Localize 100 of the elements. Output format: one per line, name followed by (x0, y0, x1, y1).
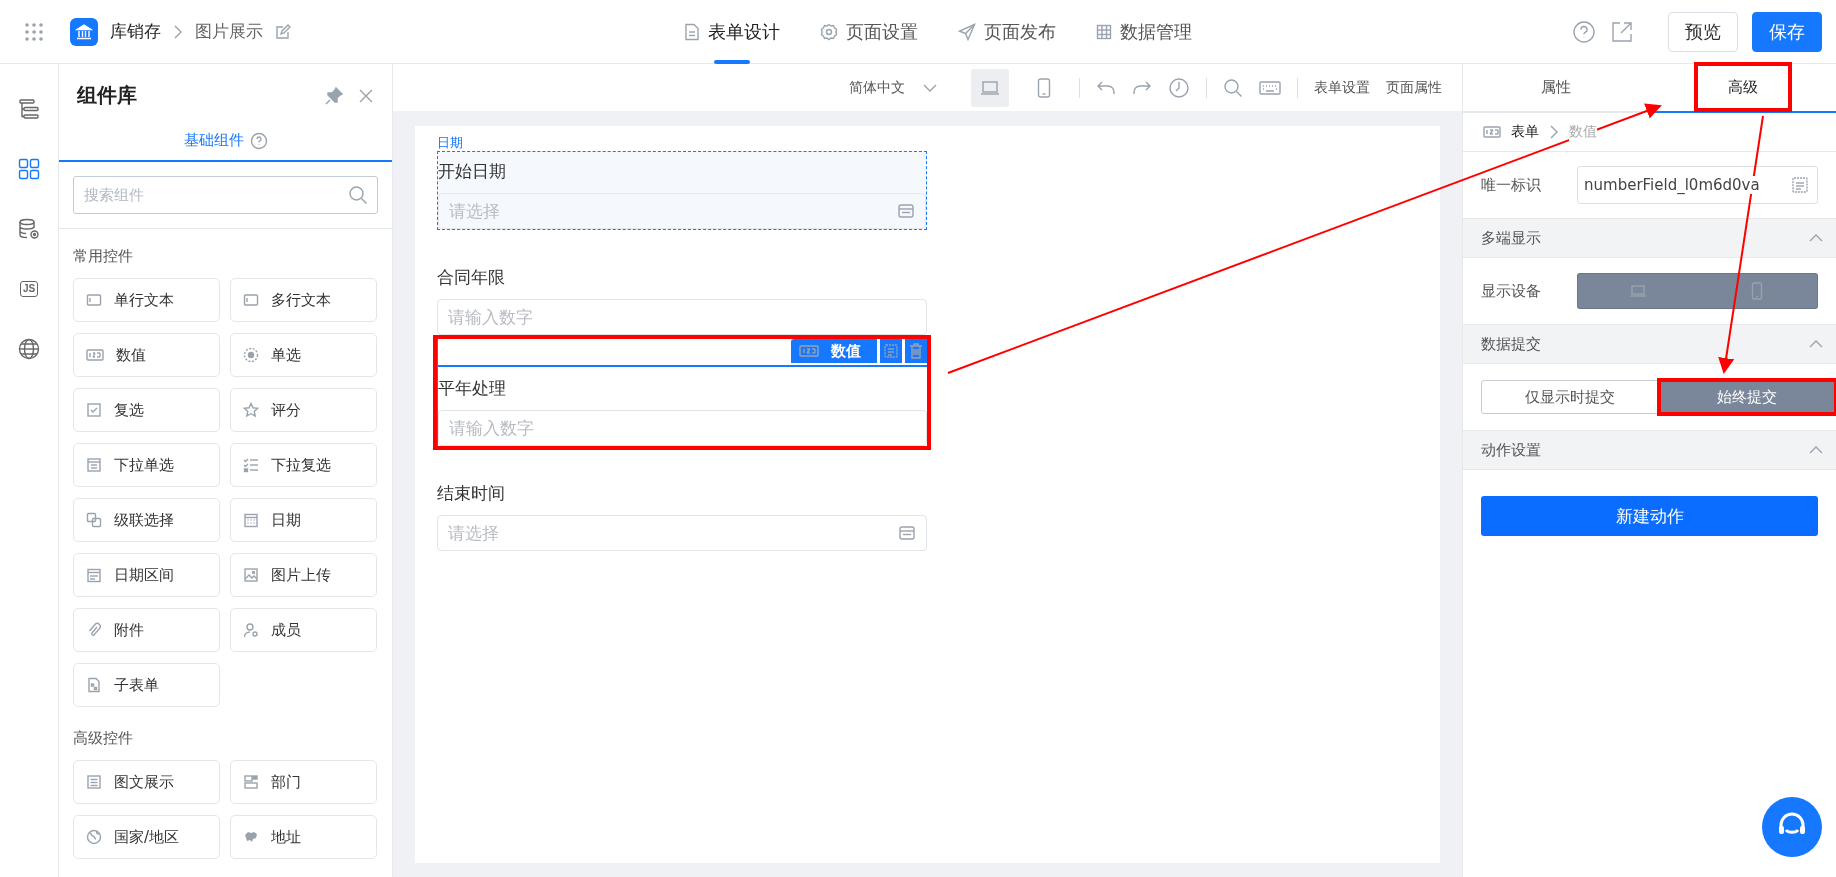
document-icon (684, 22, 700, 41)
nav-tab[interactable]: 页面发布 (958, 0, 1056, 64)
component-item[interactable]: 复选 (73, 388, 220, 432)
component-item[interactable]: 日期区间 (73, 553, 220, 597)
paperclip-icon (86, 622, 102, 638)
component-item[interactable]: 成员 (230, 608, 377, 652)
external-link-icon (1610, 19, 1634, 44)
component-item[interactable]: 国家/地区 (73, 815, 220, 859)
component-item[interactable]: 图片上传 (230, 553, 377, 597)
field-label: 平年处理 (438, 377, 507, 400)
history-icon (1168, 76, 1190, 99)
checkbox-icon (86, 402, 102, 418)
nav-tab[interactable]: 表单设计 (684, 0, 780, 64)
segment-option[interactable]: 仅显示时提交 (1481, 380, 1659, 414)
component-item[interactable]: 评分 (230, 388, 377, 432)
redo-icon (1132, 79, 1152, 96)
grid-icon (17, 157, 41, 181)
calendar-icon (898, 524, 916, 542)
form-field[interactable]: 合同年限 请输入数字 (437, 258, 927, 335)
component-item[interactable]: 日期 (230, 498, 377, 542)
support-chat-button[interactable] (1762, 797, 1822, 857)
search-field[interactable]: 搜索组件 (73, 176, 378, 214)
chevron-right-icon (1549, 124, 1559, 140)
panel-tab[interactable]: 高级 (1649, 64, 1836, 113)
app-name[interactable]: 库销存 (110, 20, 161, 43)
chevron-down-icon (923, 82, 937, 93)
page-name: 图片展示 (195, 20, 263, 43)
subform-icon (86, 677, 102, 693)
id-field[interactable]: numberField_l0m6d0va (1577, 166, 1818, 204)
rail-tab[interactable] (16, 156, 42, 182)
component-item[interactable]: 图文展示 (73, 760, 220, 804)
field-label: 结束时间 (437, 482, 506, 505)
table-icon (1096, 23, 1112, 40)
form-field[interactable]: 开始日期 请选择 (437, 151, 927, 230)
rail-tab[interactable] (16, 216, 42, 242)
component-item[interactable]: 地址 (230, 815, 377, 859)
language-select[interactable]: 简体中文 (849, 78, 905, 97)
field-label: 开始日期 (438, 160, 507, 183)
component-item[interactable]: 单行文本 (73, 278, 220, 322)
chevron-up-icon (1808, 233, 1824, 243)
trash-icon (909, 343, 923, 359)
settings-icon (820, 22, 838, 41)
text-field-icon (243, 292, 259, 308)
field-label: 合同年限 (437, 266, 506, 289)
component-item[interactable]: 附件 (73, 608, 220, 652)
component-item[interactable]: 单选 (230, 333, 377, 377)
js-tab[interactable]: JS (16, 276, 42, 302)
section-header[interactable]: 多端显示 (1463, 218, 1836, 258)
nav-tab[interactable]: 页面设置 (820, 0, 918, 64)
panel-tab[interactable]: 属性 (1463, 64, 1650, 111)
nav-tab[interactable]: 数据管理 (1096, 0, 1192, 64)
undo-icon (1096, 79, 1116, 96)
component-item[interactable]: 下拉单选 (73, 443, 220, 487)
toolbar-link[interactable]: 表单设置 (1314, 78, 1370, 97)
help-icon (249, 131, 268, 150)
component-tab[interactable]: 基础组件 (59, 117, 392, 162)
paper-plane-icon (958, 22, 976, 41)
section-header[interactable]: 数据提交 (1463, 324, 1836, 364)
document-icon (86, 774, 102, 790)
rail-tab[interactable] (16, 96, 42, 122)
component-item[interactable]: 下拉复选 (230, 443, 377, 487)
number-icon (86, 348, 104, 362)
copy-icon (1791, 176, 1809, 194)
section-header[interactable]: 动作设置 (1463, 430, 1836, 470)
device-toggle[interactable] (1577, 273, 1698, 309)
device-toggle[interactable] (1697, 273, 1818, 309)
group-heading: 常用控件 (73, 247, 134, 266)
copy-button[interactable] (880, 339, 902, 363)
toolbar-link[interactable]: 页面属性 (1386, 78, 1442, 97)
chevron-right-icon (173, 23, 183, 40)
form-field[interactable]: 数值 平年处理 请输入数字 (437, 339, 927, 446)
cascade-icon (86, 512, 102, 528)
star-icon (243, 402, 259, 418)
form-field[interactable]: 结束时间 请选择 (437, 474, 927, 551)
breadcrumb-item[interactable]: 表单 (1511, 123, 1539, 141)
chevron-up-icon (1808, 339, 1824, 349)
phone-icon (1037, 77, 1051, 98)
radio-icon (243, 347, 259, 363)
preview-button[interactable]: 预览 (1668, 11, 1738, 52)
segment-option[interactable]: 始终提交 (1658, 380, 1836, 414)
outline-icon (17, 97, 41, 121)
number-icon (1483, 126, 1501, 138)
save-button[interactable]: 保存 (1752, 11, 1822, 52)
field-type-tag: 数值 (791, 339, 877, 363)
new-action-button[interactable]: 新建动作 (1481, 496, 1818, 536)
component-item[interactable]: 部门 (230, 760, 377, 804)
delete-button[interactable] (905, 339, 927, 363)
component-item[interactable]: 多行文本 (230, 278, 377, 322)
calendar-icon (243, 512, 259, 528)
search-icon (348, 185, 368, 205)
close-icon (358, 87, 374, 104)
org-icon (243, 774, 259, 790)
desktop-view-button[interactable] (971, 68, 1009, 107)
laptop-icon (980, 79, 1000, 96)
dropdown-icon (86, 457, 102, 473)
component-item[interactable]: 数值 (73, 333, 220, 377)
chevron-up-icon (1808, 445, 1824, 455)
component-item[interactable]: 级联选择 (73, 498, 220, 542)
component-item[interactable]: 子表单 (73, 663, 220, 707)
database-gear-icon (17, 217, 41, 241)
